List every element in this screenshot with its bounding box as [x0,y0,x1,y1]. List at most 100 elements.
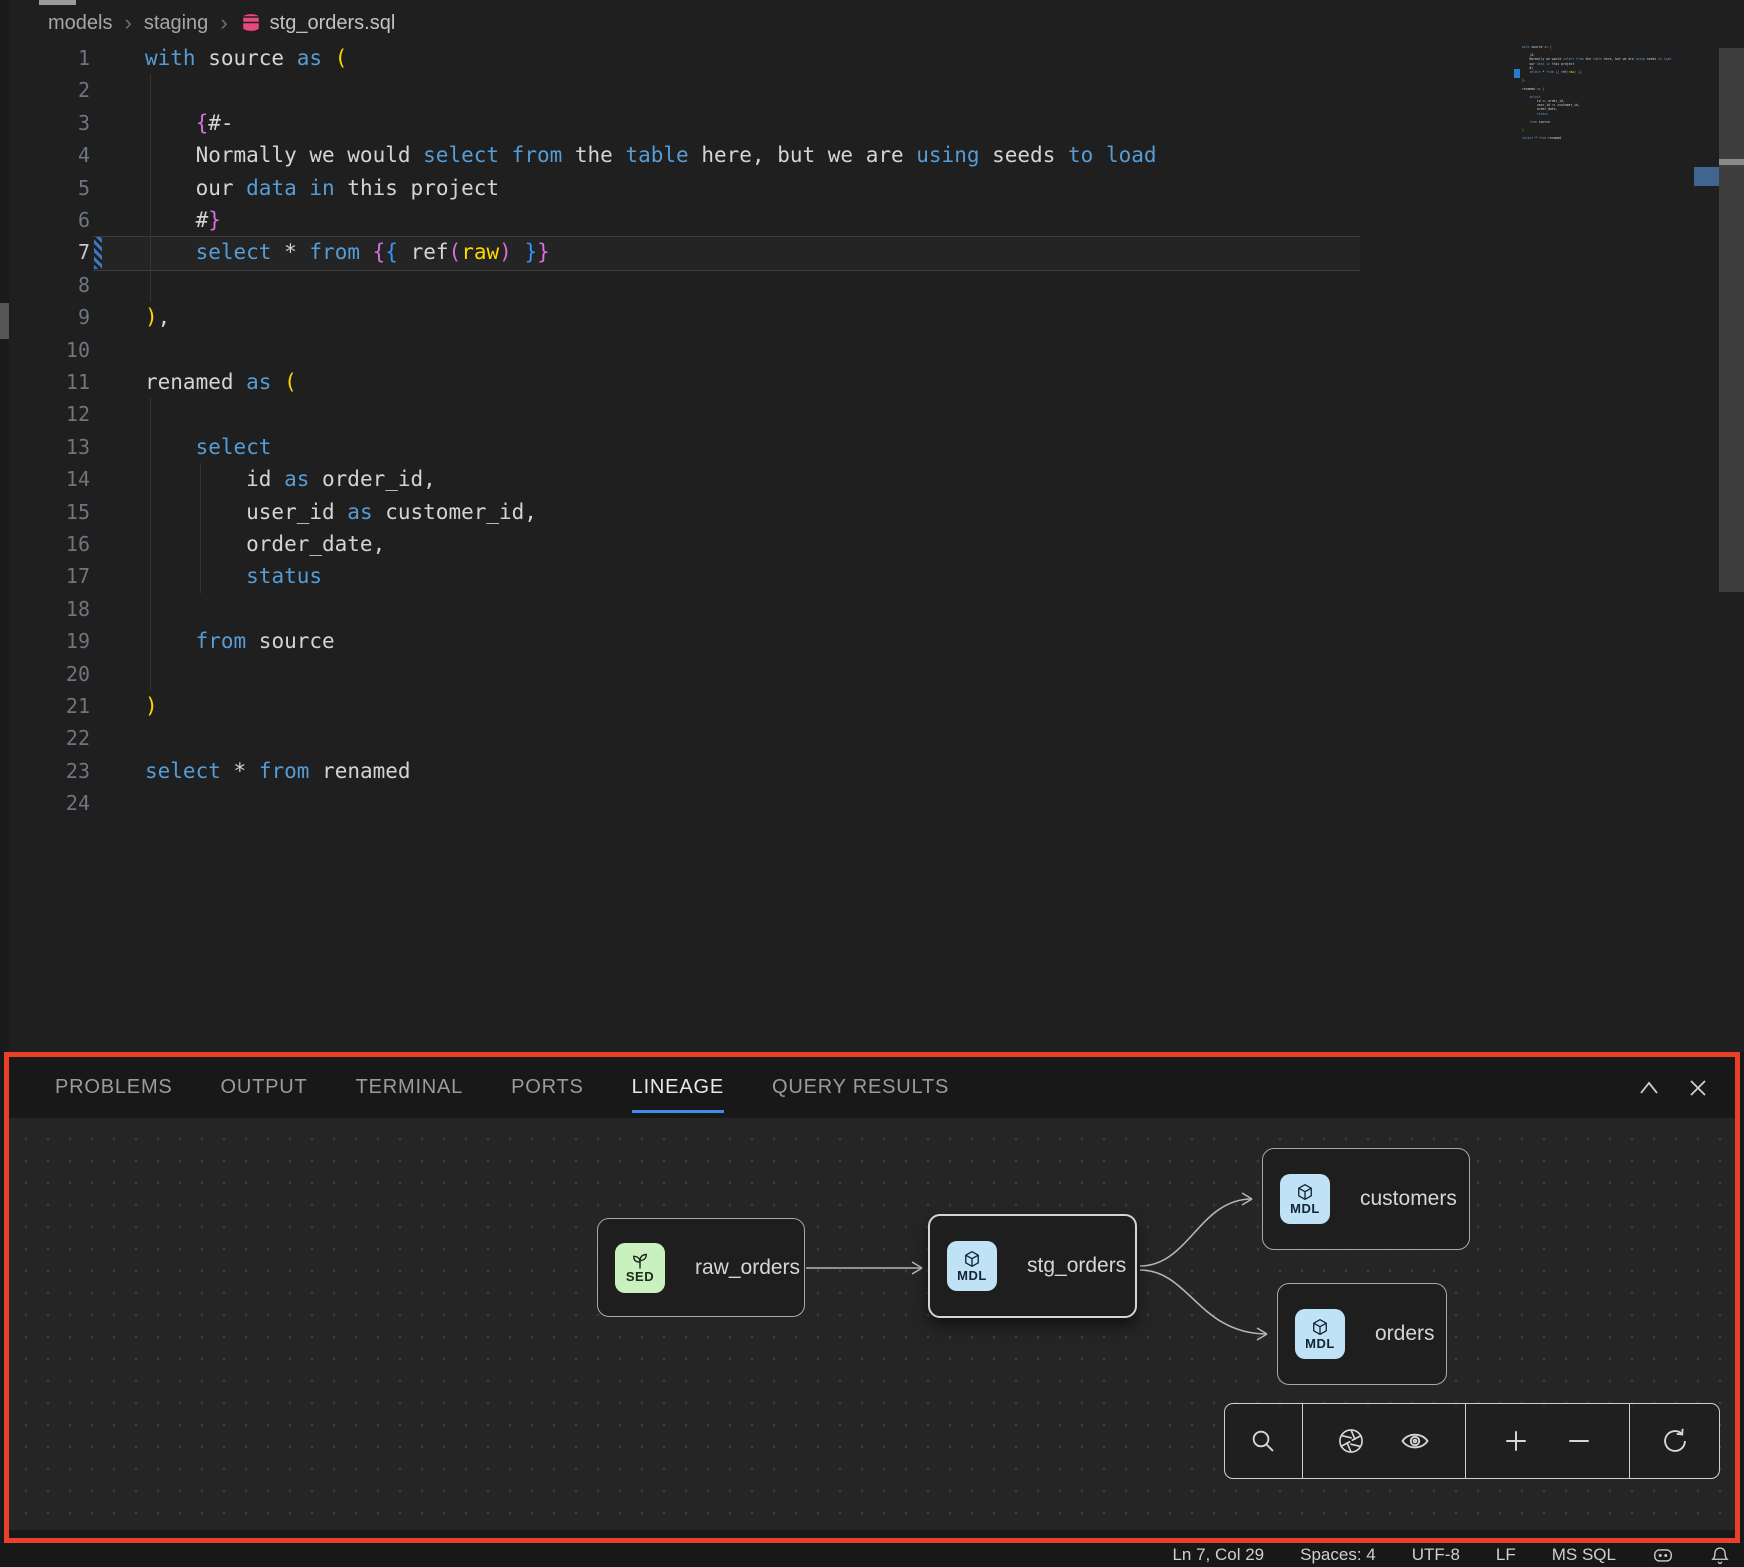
model-badge: MDL [1295,1309,1345,1359]
panel: PROBLEMS OUTPUT TERMINAL PORTS LINEAGE Q… [9,1057,1735,1538]
line-number[interactable]: 13 [0,431,90,463]
bottom-panel-region: PROBLEMS OUTPUT TERMINAL PORTS LINEAGE Q… [0,1052,1744,1543]
code-line[interactable]: #} [145,204,221,236]
node-label: raw_orders [695,1256,800,1280]
seedling-icon [630,1251,650,1270]
chevron-up-icon[interactable] [1639,1081,1659,1095]
refresh-button[interactable] [1630,1404,1719,1478]
line-number[interactable]: 20 [0,658,90,690]
code-line[interactable]: with source as ( [145,42,347,74]
code-line[interactable]: ), [145,301,170,333]
seed-badge: SED [615,1243,665,1293]
tab-lineage[interactable]: LINEAGE [632,1076,724,1099]
bell-icon[interactable] [1710,1545,1730,1566]
zoom-group [1466,1404,1630,1478]
line-number[interactable]: 23 [0,755,90,787]
line-number[interactable]: 4 [0,139,90,171]
code-line[interactable]: our data in this project [145,172,499,204]
search-button[interactable] [1225,1404,1303,1478]
line-number[interactable]: 7 [0,236,90,268]
lineage-canvas[interactable]: SED raw_orders MDL stg_orders [9,1118,1735,1530]
code-line[interactable]: select * from renamed [145,755,411,787]
zoom-in-icon[interactable] [1503,1428,1529,1454]
line-number[interactable]: 11 [0,366,90,398]
node-label: customers [1360,1187,1457,1211]
panel-tabbar: PROBLEMS OUTPUT TERMINAL PORTS LINEAGE Q… [9,1057,1735,1118]
line-number[interactable]: 14 [0,463,90,495]
search-icon [1249,1427,1277,1455]
line-number[interactable]: 21 [0,690,90,722]
cube-icon [1295,1182,1315,1202]
overview-ruler-cursor-marker [1719,159,1744,165]
line-number[interactable]: 18 [0,593,90,625]
code-line[interactable]: renamed as ( [145,366,297,398]
tab-terminal[interactable]: TERMINAL [356,1076,464,1099]
language-mode[interactable]: MS SQL [1552,1545,1616,1565]
tab-problems[interactable]: PROBLEMS [55,1076,173,1099]
code-line[interactable]: ) [145,690,158,722]
cursor-position[interactable]: Ln 7, Col 29 [1172,1545,1264,1565]
indentation-setting[interactable]: Spaces: 4 [1300,1545,1376,1565]
editor-scrollbar[interactable] [1719,48,1744,592]
overview-ruler-modified-marker [1694,167,1719,186]
encoding[interactable]: UTF-8 [1412,1545,1460,1565]
line-number[interactable]: 17 [0,560,90,592]
line-number[interactable]: 10 [0,334,90,366]
eol-setting[interactable]: LF [1496,1545,1516,1565]
minimap-line [1522,141,1718,145]
minimap[interactable]: with source as ( {#- Normally we would s… [1522,45,1718,145]
lineage-node-stg-orders[interactable]: MDL stg_orders [928,1214,1137,1318]
breadcrumb-item-file[interactable]: stg_orders.sql [240,12,396,35]
line-number[interactable]: 24 [0,787,90,819]
line-number[interactable]: 3 [0,107,90,139]
tab-query-results[interactable]: QUERY RESULTS [772,1076,949,1099]
refresh-icon [1661,1427,1689,1455]
chevron-right-icon: › [220,10,227,36]
code-line[interactable]: status [145,560,322,592]
code-line[interactable]: user_id as customer_id, [145,496,537,528]
lineage-node-orders[interactable]: MDL orders [1277,1283,1447,1385]
eye-icon[interactable] [1400,1428,1430,1454]
vscode-window: models › staging › stg_orders.sql 123456… [0,0,1744,1567]
line-number[interactable]: 1 [0,42,90,74]
line-number[interactable]: 22 [0,722,90,754]
line-number[interactable]: 16 [0,528,90,560]
lineage-node-raw-orders[interactable]: SED raw_orders [597,1218,805,1317]
line-number[interactable]: 6 [0,204,90,236]
code-line[interactable]: {#- [145,107,234,139]
line-number[interactable]: 5 [0,172,90,204]
breadcrumb-item-staging[interactable]: staging [144,12,209,35]
line-number[interactable]: 9 [0,301,90,333]
close-icon[interactable] [1689,1079,1707,1097]
cube-icon [962,1249,982,1269]
node-label: orders [1375,1322,1435,1346]
breadcrumb: models › staging › stg_orders.sql [48,0,395,46]
code-line[interactable]: Normally we would select from the table … [145,139,1157,171]
badge-label: MDL [1290,1201,1320,1216]
line-number[interactable]: 2 [0,74,90,106]
database-icon [240,12,262,34]
tab-ports[interactable]: PORTS [511,1076,584,1099]
zoom-out-icon[interactable] [1566,1428,1592,1454]
aperture-icon[interactable] [1337,1427,1365,1455]
badge-label: SED [626,1269,654,1284]
breadcrumb-item-models[interactable]: models [48,12,112,35]
code-line[interactable]: select * from {{ ref(raw) }} [145,236,550,268]
tab-output[interactable]: OUTPUT [221,1076,308,1099]
model-badge: MDL [1280,1174,1330,1224]
line-number[interactable]: 8 [0,269,90,301]
lineage-node-customers[interactable]: MDL customers [1262,1148,1470,1250]
cube-icon [1310,1317,1330,1337]
status-bar: Ln 7, Col 29 Spaces: 4 UTF-8 LF MS SQL [0,1543,1744,1567]
code-line[interactable]: from source [145,625,335,657]
line-number[interactable]: 19 [0,625,90,657]
badge-label: MDL [957,1268,987,1283]
line-number[interactable]: 15 [0,496,90,528]
code-line[interactable]: select [145,431,271,463]
copilot-icon[interactable] [1652,1545,1674,1565]
code-line[interactable]: order_date, [145,528,385,560]
line-number[interactable]: 12 [0,398,90,430]
lineage-toolbar [1224,1403,1720,1479]
node-label: stg_orders [1027,1254,1126,1278]
code-line[interactable]: id as order_id, [145,463,436,495]
